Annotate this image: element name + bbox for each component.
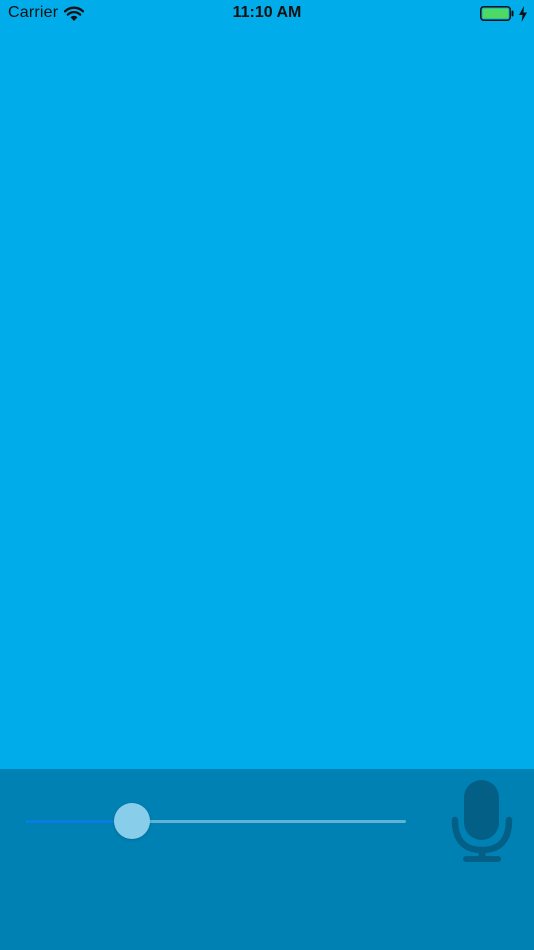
microphone-button[interactable] [450,778,514,864]
battery-icon [480,6,514,21]
content-area [0,0,534,769]
volume-slider[interactable] [26,801,406,841]
slider-thumb[interactable] [114,803,151,839]
status-time: 11:10 AM [232,4,302,21]
status-bar: Carrier 11:10 AM [0,0,534,28]
microphone-icon [451,780,513,862]
charging-bolt-icon [519,6,527,22]
